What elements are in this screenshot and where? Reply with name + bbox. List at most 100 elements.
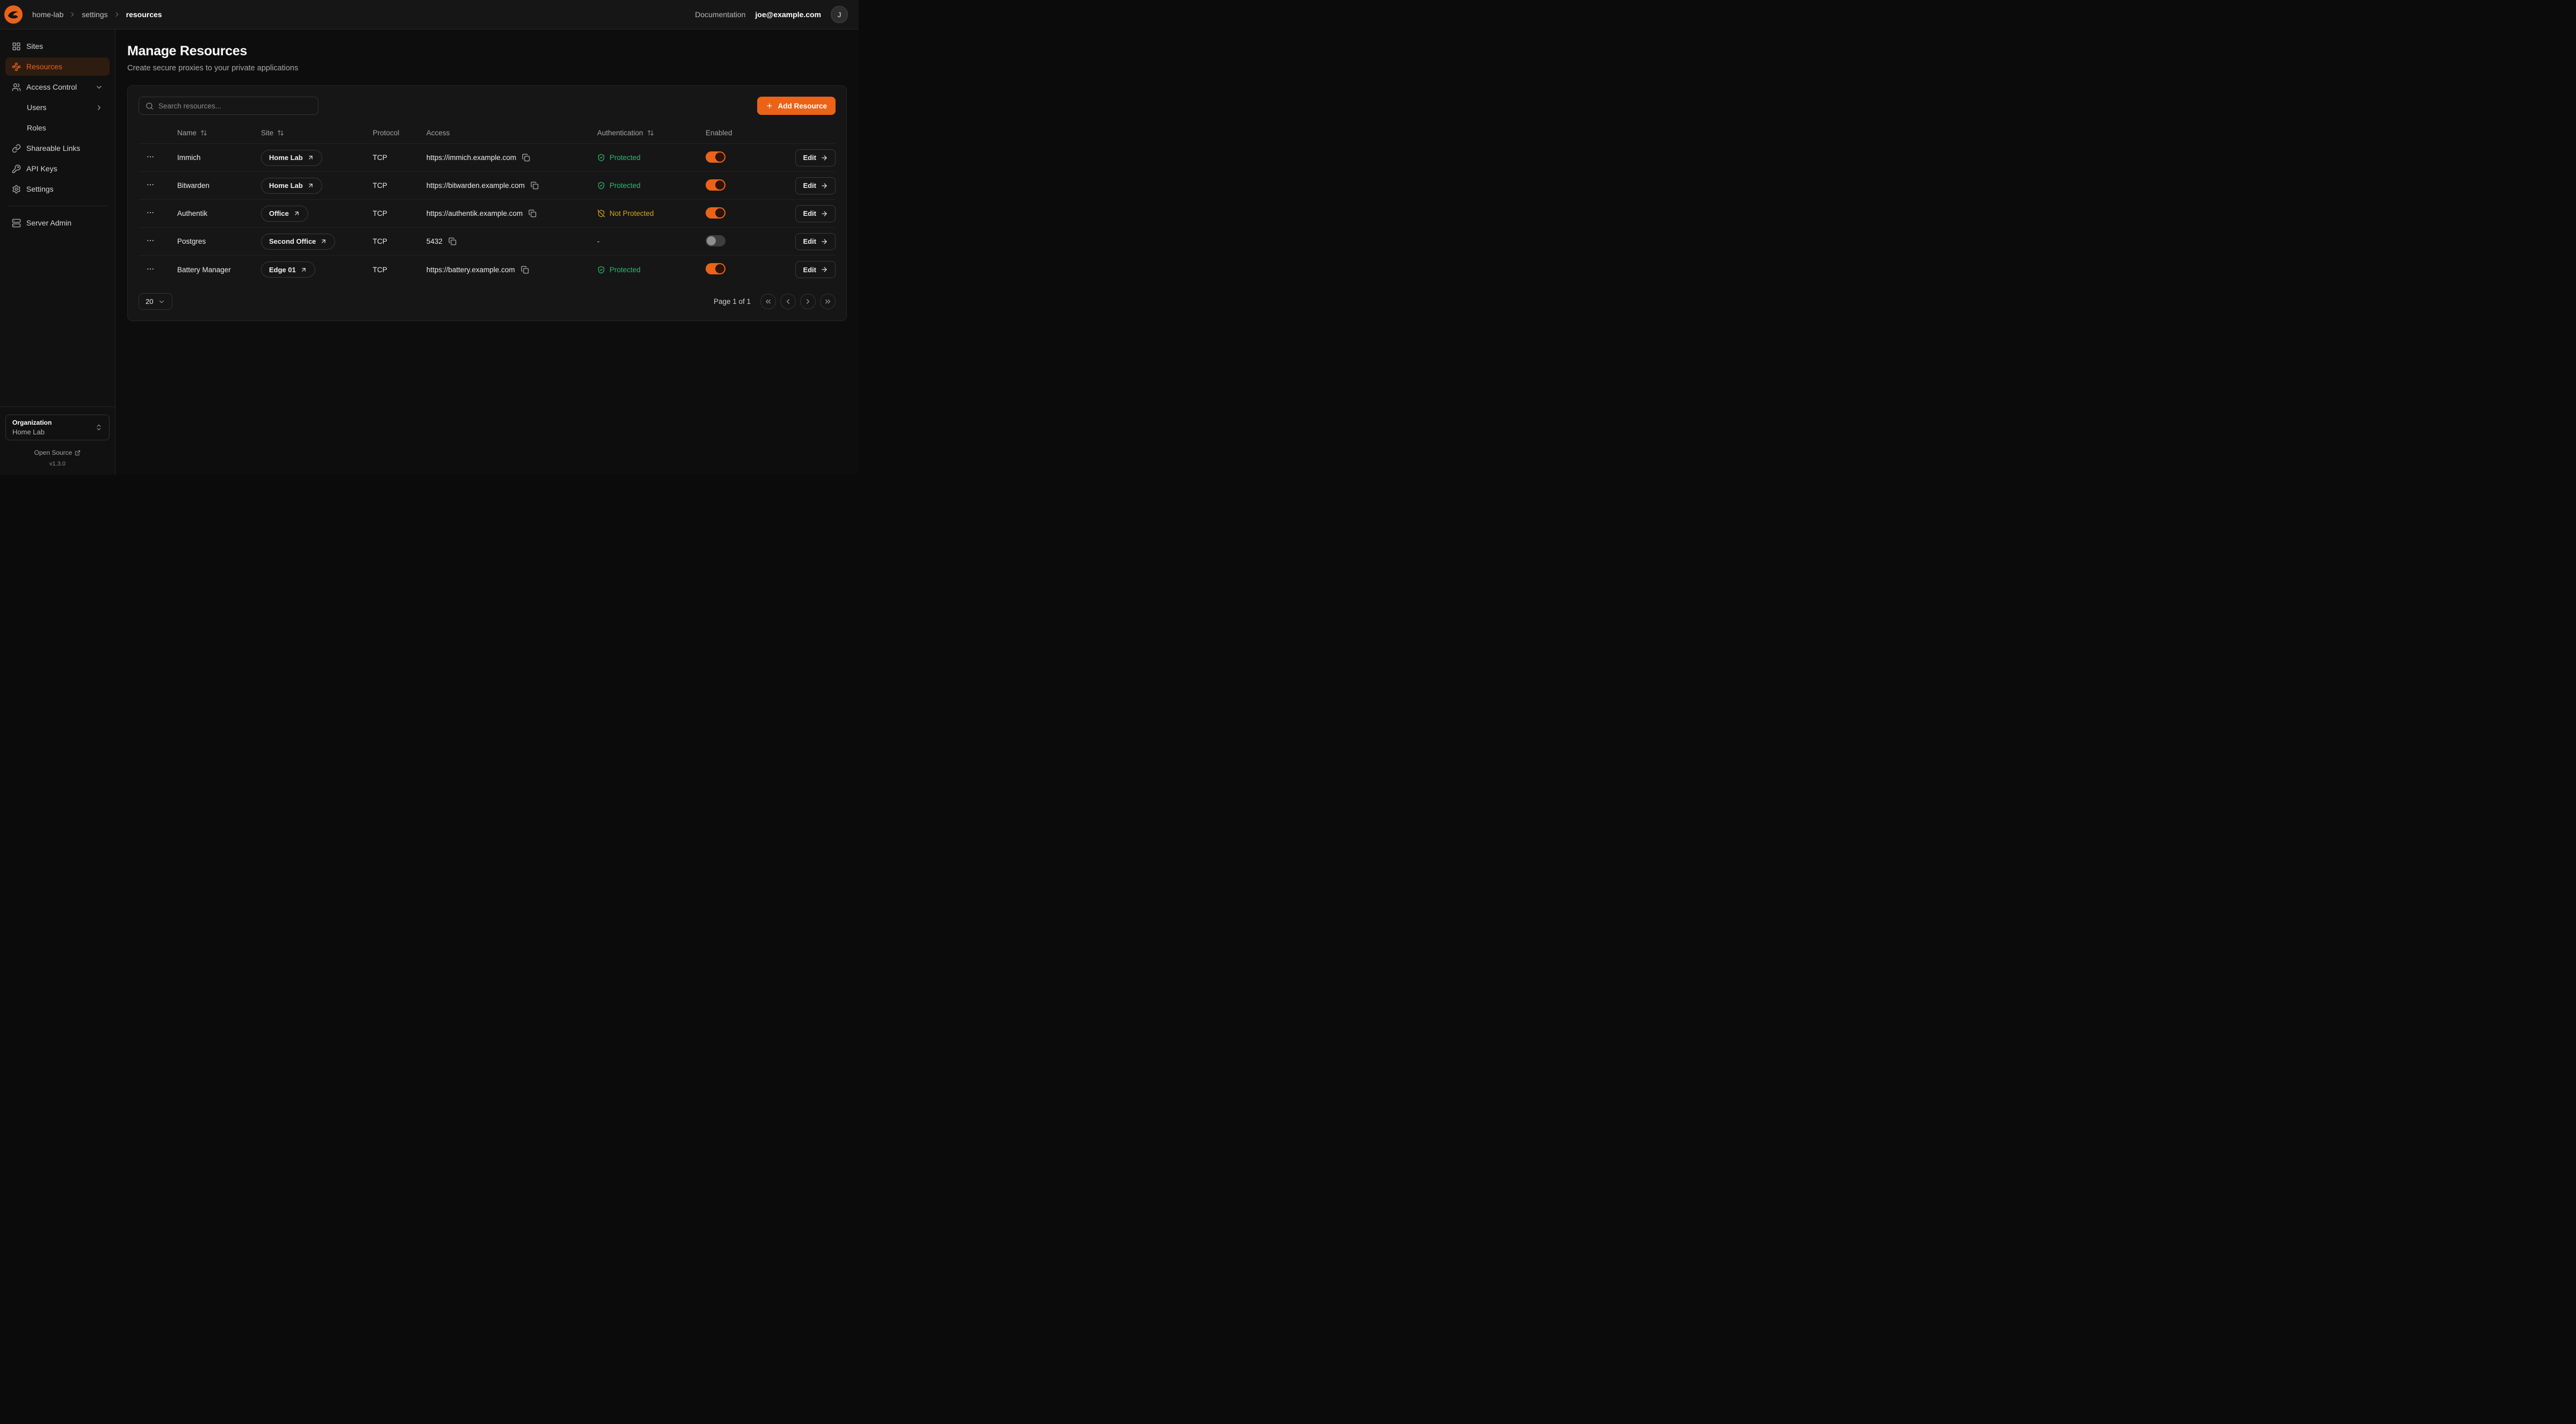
last-page-button[interactable] xyxy=(820,294,836,309)
first-page-button[interactable] xyxy=(760,294,776,309)
edit-label: Edit xyxy=(803,181,816,190)
header-access: Access xyxy=(426,129,597,137)
ellipsis-menu-button[interactable] xyxy=(146,265,155,273)
server-icon xyxy=(12,219,21,228)
organization-text: Organization Home Lab xyxy=(12,419,52,436)
sort-name-button[interactable]: Name xyxy=(177,129,207,137)
site-link-button[interactable]: Home Lab xyxy=(261,178,322,194)
name-cell: Bitwarden xyxy=(177,181,261,190)
breadcrumb-item-org[interactable]: home-lab xyxy=(32,10,63,19)
copy-icon[interactable] xyxy=(528,209,536,217)
topbar: home-lab settings resources Documentatio… xyxy=(0,0,859,30)
header-label: Name xyxy=(177,129,197,137)
documentation-link[interactable]: Documentation xyxy=(695,10,745,19)
site-link-button[interactable]: Office xyxy=(261,206,308,222)
site-name: Home Lab xyxy=(269,181,303,190)
edit-cell: Edit xyxy=(779,261,836,278)
sidebar-item-access-control[interactable]: Access Control xyxy=(5,78,110,96)
table-row: Bitwarden Home Lab TCP https://bitwarden… xyxy=(139,172,836,200)
sidebar-bottom: Organization Home Lab Open Source v1.3.0 xyxy=(0,406,115,467)
arrow-up-right-icon xyxy=(293,210,300,217)
sidebar-item-settings[interactable]: Settings xyxy=(5,180,110,198)
sidebar-item-shareable-links[interactable]: Shareable Links xyxy=(5,139,110,157)
site-link-button[interactable]: Home Lab xyxy=(261,150,322,166)
arrow-right-icon xyxy=(821,266,828,273)
sidebar-item-sites[interactable]: Sites xyxy=(5,37,110,55)
copy-icon[interactable] xyxy=(522,154,530,162)
row-menu-cell xyxy=(139,152,177,163)
auth-cell: - xyxy=(597,237,706,245)
enabled-toggle[interactable] xyxy=(706,151,725,163)
copy-icon[interactable] xyxy=(448,237,456,245)
sidebar-item-resources[interactable]: Resources xyxy=(5,57,110,76)
ellipsis-menu-button[interactable] xyxy=(146,180,155,189)
protocol-cell: TCP xyxy=(373,181,426,190)
sidebar-item-label: Roles xyxy=(27,123,46,132)
add-resource-button[interactable]: Add Resource xyxy=(757,97,836,115)
sidebar-item-label: Shareable Links xyxy=(26,144,80,152)
enabled-cell xyxy=(706,179,779,192)
topbar-right: Documentation joe@example.com J xyxy=(695,6,848,23)
sidebar-item-roles[interactable]: Roles xyxy=(5,119,110,137)
sidebar-item-label: Sites xyxy=(26,42,43,50)
site-link-button[interactable]: Edge 01 xyxy=(261,261,315,278)
pangolin-logo-icon[interactable] xyxy=(4,5,23,24)
sidebar-item-api-keys[interactable]: API Keys xyxy=(5,159,110,178)
edit-cell: Edit xyxy=(779,205,836,222)
protocol-cell: TCP xyxy=(373,266,426,274)
sort-site-button[interactable]: Site xyxy=(261,129,284,137)
enabled-toggle[interactable] xyxy=(706,179,725,191)
enabled-toggle[interactable] xyxy=(706,207,725,219)
previous-page-button[interactable] xyxy=(780,294,796,309)
protocol-cell: TCP xyxy=(373,209,426,217)
search-input[interactable] xyxy=(158,102,311,110)
auth-status: Protected xyxy=(609,266,641,274)
edit-button[interactable]: Edit xyxy=(795,149,836,166)
search-box xyxy=(139,97,318,115)
open-source-link[interactable]: Open Source xyxy=(5,449,110,456)
copy-icon[interactable] xyxy=(521,266,529,274)
user-email[interactable]: joe@example.com xyxy=(755,10,821,19)
ellipsis-menu-button[interactable] xyxy=(146,152,155,161)
enabled-toggle[interactable] xyxy=(706,263,725,274)
protocol-cell: TCP xyxy=(373,154,426,162)
edit-button[interactable]: Edit xyxy=(795,177,836,194)
shield-off-icon xyxy=(597,209,605,217)
access-cell: https://battery.example.com xyxy=(426,266,597,274)
breadcrumb-item-settings[interactable]: settings xyxy=(82,10,107,19)
name-cell: Postgres xyxy=(177,237,261,245)
enabled-cell xyxy=(706,263,779,276)
avatar[interactable]: J xyxy=(831,6,848,23)
arrow-up-right-icon xyxy=(320,238,327,245)
next-page-button[interactable] xyxy=(800,294,816,309)
ellipsis-menu-button[interactable] xyxy=(146,236,155,245)
app-root: home-lab settings resources Documentatio… xyxy=(0,0,859,475)
organization-name: Home Lab xyxy=(12,428,52,436)
edit-cell: Edit xyxy=(779,233,836,250)
edit-button[interactable]: Edit xyxy=(795,205,836,222)
organization-selector[interactable]: Organization Home Lab xyxy=(5,415,110,440)
header-authentication: Authentication xyxy=(597,129,706,137)
edit-button[interactable]: Edit xyxy=(795,233,836,250)
sort-authentication-button[interactable]: Authentication xyxy=(597,129,654,137)
name-cell: Authentik xyxy=(177,209,261,217)
sidebar: Sites Resources Access Control Users Rol… xyxy=(0,30,115,475)
chevrons-right-icon xyxy=(824,297,832,306)
sidebar-item-users[interactable]: Users xyxy=(5,98,110,117)
sidebar-item-server-admin[interactable]: Server Admin xyxy=(5,214,110,232)
arrow-up-right-icon xyxy=(307,182,314,189)
site-name: Office xyxy=(269,209,289,217)
auth-status: Not Protected xyxy=(609,209,654,217)
page-size-select[interactable]: 20 xyxy=(139,293,172,310)
site-link-button[interactable]: Second Office xyxy=(261,234,335,250)
add-resource-label: Add Resource xyxy=(778,102,827,110)
card-footer: 20 Page 1 of 1 xyxy=(139,293,836,310)
copy-icon[interactable] xyxy=(531,181,539,190)
breadcrumb-item-resources[interactable]: resources xyxy=(126,10,162,19)
enabled-toggle[interactable] xyxy=(706,235,725,246)
row-menu-cell xyxy=(139,208,177,219)
sidebar-item-label: Settings xyxy=(26,185,54,193)
ellipsis-menu-button[interactable] xyxy=(146,208,155,217)
access-cell: https://immich.example.com xyxy=(426,154,597,162)
edit-button[interactable]: Edit xyxy=(795,261,836,278)
